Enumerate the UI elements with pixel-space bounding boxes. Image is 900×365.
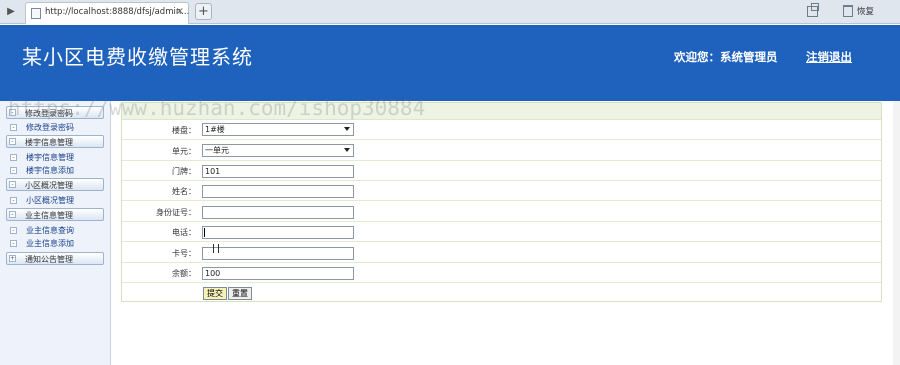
menu-group-label: 通知公告管理: [25, 255, 73, 264]
leaf-icon: -: [10, 197, 17, 204]
building-select[interactable]: 1#楼: [202, 123, 354, 136]
phone-input[interactable]: [202, 226, 354, 239]
reset-button[interactable]: 重置: [228, 287, 252, 300]
form-row-building: 楼盘： 1#楼: [122, 120, 881, 140]
form-row-id: 身份证号：: [122, 202, 881, 222]
balance-label: 余额：: [172, 269, 196, 278]
browser-tab[interactable]: http://localhost:8888/dfsj/admin... ×: [25, 2, 189, 24]
new-tab-button[interactable]: +: [195, 3, 212, 20]
form-row-card: 卡号：: [122, 243, 881, 263]
form-row-name: 姓名：: [122, 181, 881, 201]
id-number-label: 身份证号：: [156, 208, 196, 217]
submit-button[interactable]: 提交: [203, 287, 227, 300]
menu-group-label: 楼宇信息管理: [25, 138, 73, 147]
form-row-phone: 电话：: [122, 222, 881, 242]
restore-label[interactable]: 恢复: [857, 5, 874, 17]
expand-icon: +: [9, 255, 16, 262]
leaf-icon: -: [10, 124, 17, 131]
unit-select-value: 一单元: [205, 146, 229, 155]
welcome-text: 欢迎您：系统管理员: [674, 50, 778, 64]
sidebar-item-label: 修改登录密码: [26, 123, 74, 132]
building-label: 楼盘：: [172, 126, 196, 135]
collapse-icon: -: [9, 138, 16, 145]
menu-group-notice[interactable]: + 通知公告管理: [6, 252, 104, 265]
door-label: 门牌：: [172, 167, 196, 176]
menu-group-owner[interactable]: - 业主信息管理: [6, 208, 104, 221]
owner-add-form: 楼盘： 1#楼 单元： 一单元 门牌： 101 姓名： 身份证号： 电话： 卡号…: [121, 102, 882, 302]
window-tile-back-icon: [811, 3, 819, 11]
tab-close-icon[interactable]: ×: [176, 6, 184, 17]
leaf-icon: -: [10, 167, 17, 174]
watermark-text: https://www.huzhan.com/ishop30884: [8, 96, 426, 120]
id-number-input[interactable]: [202, 206, 354, 219]
building-select-value: 1#楼: [205, 125, 225, 134]
form-row-actions: 提交 重置: [122, 283, 881, 303]
card-number-input[interactable]: [202, 247, 354, 260]
form-row-balance: 余额： 100: [122, 263, 881, 283]
form-row-door: 门牌： 101: [122, 161, 881, 181]
back-arrow-icon[interactable]: ▶: [4, 5, 18, 19]
page-favicon-icon: [31, 8, 41, 19]
mouse-ibeam-cursor-icon: [213, 244, 219, 253]
name-label: 姓名：: [172, 187, 196, 196]
text-caret: [204, 228, 205, 237]
leaf-icon: -: [10, 227, 17, 234]
chevron-down-icon: [344, 148, 350, 152]
browser-tab-bar: ▶ http://localhost:8888/dfsj/admin... × …: [0, 0, 900, 24]
menu-group-label: 业主信息管理: [25, 211, 73, 220]
menu-group-building[interactable]: - 楼宇信息管理: [6, 135, 104, 148]
menu-group-community[interactable]: - 小区概况管理: [6, 178, 104, 191]
unit-label: 单元：: [172, 147, 196, 156]
chevron-down-icon: [344, 127, 350, 131]
balance-input[interactable]: 100: [202, 267, 354, 280]
logout-link[interactable]: 注销退出: [806, 49, 852, 65]
sidebar-item-label: 楼宇信息添加: [26, 166, 74, 175]
leaf-icon: -: [10, 154, 17, 161]
leaf-icon: -: [10, 240, 17, 247]
name-input[interactable]: [202, 185, 354, 198]
trash-icon[interactable]: [843, 5, 853, 17]
collapse-icon: -: [9, 181, 16, 188]
form-row-unit: 单元： 一单元: [122, 141, 881, 161]
collapse-icon: -: [9, 211, 16, 218]
sidebar-item-label: 小区概况管理: [26, 196, 74, 205]
system-title: 某小区电费收缴管理系统: [22, 45, 253, 69]
app-header: 某小区电费收缴管理系统 欢迎您：系统管理员 注销退出: [0, 25, 900, 101]
door-number-input[interactable]: 101: [202, 165, 354, 178]
menu-group-label: 小区概况管理: [25, 181, 73, 190]
sidebar-item-label: 楼宇信息管理: [26, 153, 74, 162]
tab-url: http://localhost:8888/dfsj/admin...: [45, 7, 190, 17]
sidebar-item-label: 业主信息添加: [26, 239, 74, 248]
card-number-label: 卡号：: [172, 249, 196, 258]
phone-label: 电话：: [172, 228, 196, 237]
sidebar-menu: - 修改登录密码 - 修改登录密码 - 楼宇信息管理 - 楼宇信息管理 - 楼宇…: [0, 101, 111, 365]
sidebar-item-label: 业主信息查询: [26, 226, 74, 235]
page-scrollbar[interactable]: [893, 101, 900, 365]
unit-select[interactable]: 一单元: [202, 144, 354, 157]
